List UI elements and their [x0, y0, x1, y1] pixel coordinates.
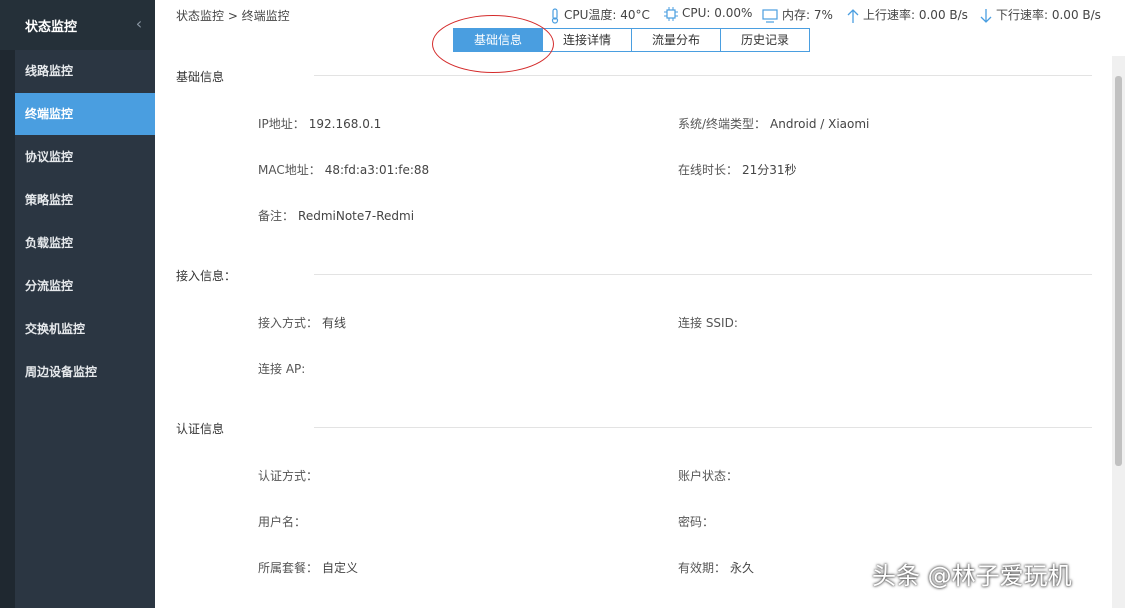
ip-value: 192.168.0.1 — [308, 117, 382, 131]
account-status-label: 账户状态： — [678, 469, 739, 483]
tab-bar: 基础信息 连接详情 流量分布 历史记录 — [453, 28, 811, 52]
chevron-left-icon[interactable]: ‹ — [131, 14, 147, 34]
auth-info-divider — [314, 427, 1092, 428]
ip-field: IP地址： 192.168.0.1 — [258, 115, 381, 132]
tab-basic-info[interactable]: 基础信息 — [453, 28, 544, 52]
password-label: 密码： — [678, 515, 715, 529]
mac-label: MAC地址： — [258, 163, 321, 177]
sidebar-title: 状态监控 — [25, 20, 78, 35]
monitor-icon — [762, 8, 778, 23]
note-value: RedmiNote7-Redmi — [298, 209, 415, 223]
mac-value: 48:fd:a3:01:fe:88 — [324, 163, 430, 177]
arrow-up-icon — [847, 8, 859, 23]
sidebar-item-protocol-monitor[interactable]: 协议监控 — [15, 136, 155, 178]
access-info-divider — [314, 274, 1092, 275]
username-label: 用户名： — [258, 515, 307, 529]
uptime-value: 21分31秒 — [742, 163, 797, 177]
vertical-scrollbar[interactable] — [1112, 56, 1125, 608]
memory-stat: 内存: 7% — [762, 6, 833, 23]
sidebar-item-policy-monitor[interactable]: 策略监控 — [15, 179, 155, 221]
note-field: 备注： RedmiNote7-Redmi — [258, 207, 414, 224]
top-bar: 状态监控 > 终端监控 CPU温度: 40°C CPU: 0.00% 内存: 7… — [155, 0, 1125, 28]
upload-stat: 上行速率: 0.00 B/s — [847, 6, 968, 24]
upload-text: 上行速率: 0.00 B/s — [863, 8, 968, 22]
arrow-down-icon — [980, 8, 992, 23]
username-field: 用户名： — [258, 513, 306, 530]
access-method-field: 接入方式： 有线 — [258, 314, 346, 331]
auth-method-label: 认证方式： — [258, 469, 319, 483]
breadcrumb: 状态监控 > 终端监控 — [176, 9, 290, 23]
password-field: 密码： — [678, 513, 714, 530]
cpu-text: CPU: 0.00% — [682, 6, 753, 20]
access-method-value: 有线 — [322, 316, 347, 330]
package-field: 所属套餐： 自定义 — [258, 559, 358, 576]
ssid-field: 连接 SSID: — [678, 314, 738, 331]
cpu-stat: CPU: 0.00% — [664, 6, 752, 21]
os-label: 系统/终端类型： — [678, 117, 767, 131]
ip-label: IP地址： — [258, 117, 305, 131]
os-value: Android / Xiaomi — [770, 117, 870, 131]
sidebar-strip — [0, 0, 15, 608]
sidebar-item-split-monitor[interactable]: 分流监控 — [15, 265, 155, 307]
cpu-temp-text: CPU温度: 40°C — [564, 8, 650, 22]
package-value: 自定义 — [322, 561, 359, 575]
uptime-field: 在线时长： 21分31秒 — [678, 161, 797, 178]
os-field: 系统/终端类型： Android / Xiaomi — [678, 115, 869, 132]
package-label: 所属套餐： — [258, 561, 319, 575]
sidebar-item-switch-monitor[interactable]: 交换机监控 — [15, 308, 155, 350]
basic-info-divider — [314, 75, 1092, 76]
note-label: 备注： — [258, 209, 295, 223]
download-text: 下行速率: 0.00 B/s — [996, 8, 1101, 22]
tab-history[interactable]: 历史记录 — [721, 28, 811, 52]
auth-info-title: 认证信息 — [176, 422, 225, 436]
validity-value: 永久 — [730, 561, 755, 575]
basic-info-title: 基础信息 — [176, 70, 225, 84]
memory-text: 内存: 7% — [782, 8, 833, 22]
sidebar: 状态监控 ‹ 线路监控 终端监控 协议监控 策略监控 负载监控 分流监控 交换机… — [0, 0, 155, 608]
mac-field: MAC地址： 48:fd:a3:01:fe:88 — [258, 161, 429, 178]
cpu-temp-stat: CPU温度: 40°C — [550, 6, 650, 24]
validity-field: 有效期： 永久 — [678, 559, 754, 576]
sidebar-item-line-monitor[interactable]: 线路监控 — [15, 50, 155, 92]
download-stat: 下行速率: 0.00 B/s — [980, 6, 1101, 24]
account-status-field: 账户状态： — [678, 467, 738, 484]
access-info-title: 接入信息： — [176, 269, 237, 283]
validity-label: 有效期： — [678, 561, 727, 575]
uptime-label: 在线时长： — [678, 163, 739, 177]
watermark-text: 头条 @林子爱玩机 — [872, 562, 1072, 590]
sidebar-header: 状态监控 ‹ — [0, 0, 155, 50]
chip-icon — [664, 6, 678, 21]
sidebar-item-peripheral-monitor[interactable]: 周边设备监控 — [15, 351, 155, 393]
sidebar-item-terminal-monitor[interactable]: 终端监控 — [15, 93, 155, 135]
thermometer-icon — [551, 7, 559, 24]
ssid-label: 连接 SSID: — [678, 316, 738, 330]
auth-method-field: 认证方式： — [258, 467, 318, 484]
ap-label: 连接 AP: — [258, 362, 306, 376]
ap-field: 连接 AP: — [258, 360, 305, 377]
tab-traffic-distribution[interactable]: 流量分布 — [632, 28, 722, 52]
scrollbar-thumb[interactable] — [1115, 76, 1122, 466]
access-method-label: 接入方式： — [258, 316, 319, 330]
sidebar-item-load-monitor[interactable]: 负载监控 — [15, 222, 155, 264]
tab-connection-details[interactable]: 连接详情 — [543, 28, 633, 52]
